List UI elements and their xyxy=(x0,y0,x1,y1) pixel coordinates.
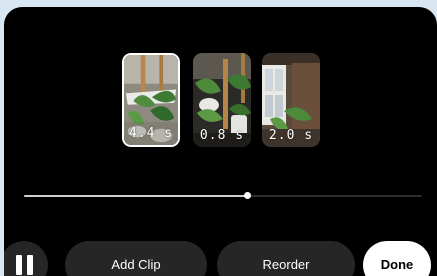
scrubber-progress xyxy=(24,195,247,197)
clip-thumbnail-2[interactable]: 0.8 s xyxy=(193,53,251,147)
playback-scrubber[interactable] xyxy=(24,192,422,199)
clip-3-image xyxy=(262,53,320,147)
add-clip-button[interactable]: Add Clip xyxy=(65,241,207,276)
pause-icon xyxy=(16,255,34,275)
clip-1-image xyxy=(124,55,178,145)
pause-button[interactable] xyxy=(4,241,48,276)
reorder-button[interactable]: Reorder xyxy=(217,241,355,276)
clip-thumbnail-1[interactable]: 4.4 s xyxy=(122,53,180,147)
clip-strip: 4.4 s 0.8 s 2.0 s xyxy=(122,53,322,147)
scrubber-handle[interactable] xyxy=(243,192,251,199)
video-editor-panel: 4.4 s 0.8 s 2.0 s Add Clip Reorder Done xyxy=(4,7,437,276)
done-button[interactable]: Done xyxy=(363,241,431,276)
clip-2-image xyxy=(193,53,251,147)
clip-thumbnail-3[interactable]: 2.0 s xyxy=(262,53,320,147)
